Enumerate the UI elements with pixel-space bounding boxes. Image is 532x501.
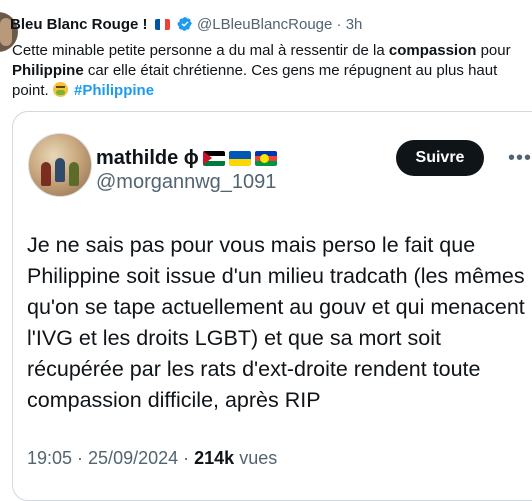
highlight-philippine: Philippine	[12, 62, 84, 79]
views-label: vues	[239, 448, 278, 468]
tweet-text-segment: pour	[476, 42, 511, 59]
quoted-tweet-meta: 19:05 · 25/09/2024 · 214k vues	[27, 448, 277, 469]
tweet-header: Bleu Blanc Rouge ! @LBleuBlancRouge · 3h	[10, 15, 362, 35]
quoted-author-name-row[interactable]: mathilde ɸ	[96, 146, 277, 170]
flag-palestine-icon	[202, 151, 225, 166]
quoted-author-handle[interactable]: @morgannwg_1091	[96, 170, 276, 194]
tweet-text: Cette minable petite personne a du mal à…	[12, 41, 527, 101]
verified-badge-icon	[177, 17, 192, 31]
highlight-compassion: compassion	[388, 42, 477, 59]
flag-new-caledonia-icon	[254, 151, 277, 166]
hashtag-link[interactable]: #Philippine	[74, 82, 154, 99]
separator: ·	[336, 16, 342, 33]
tweet-text-segment: Cette minable petite personne a du mal à…	[12, 42, 389, 59]
sick-face-emoji-icon	[52, 82, 68, 97]
quoted-author-name[interactable]: mathilde ɸ	[96, 147, 199, 169]
flag-ukraine-icon	[228, 151, 251, 166]
author-name[interactable]: Bleu Blanc Rouge !	[10, 16, 148, 33]
author-handle[interactable]: @LBleuBlancRouge	[197, 16, 332, 33]
flag-france-icon	[154, 19, 170, 30]
quoted-tweet-text: Je ne sais pas pour vous mais perso le f…	[27, 233, 525, 412]
quoted-author-avatar[interactable]	[28, 133, 92, 197]
follow-button[interactable]: Suivre	[396, 140, 484, 176]
tweet-time[interactable]: 3h	[346, 16, 363, 33]
more-options-icon[interactable]: •••	[508, 148, 532, 168]
views-count: 214k	[194, 448, 235, 468]
quoted-timestamp[interactable]: 19:05 · 25/09/2024 ·	[27, 448, 194, 468]
quoted-tweet-card[interactable]: mathilde ɸ @morgannwg_1091 Suivre ••• Je…	[12, 111, 532, 501]
